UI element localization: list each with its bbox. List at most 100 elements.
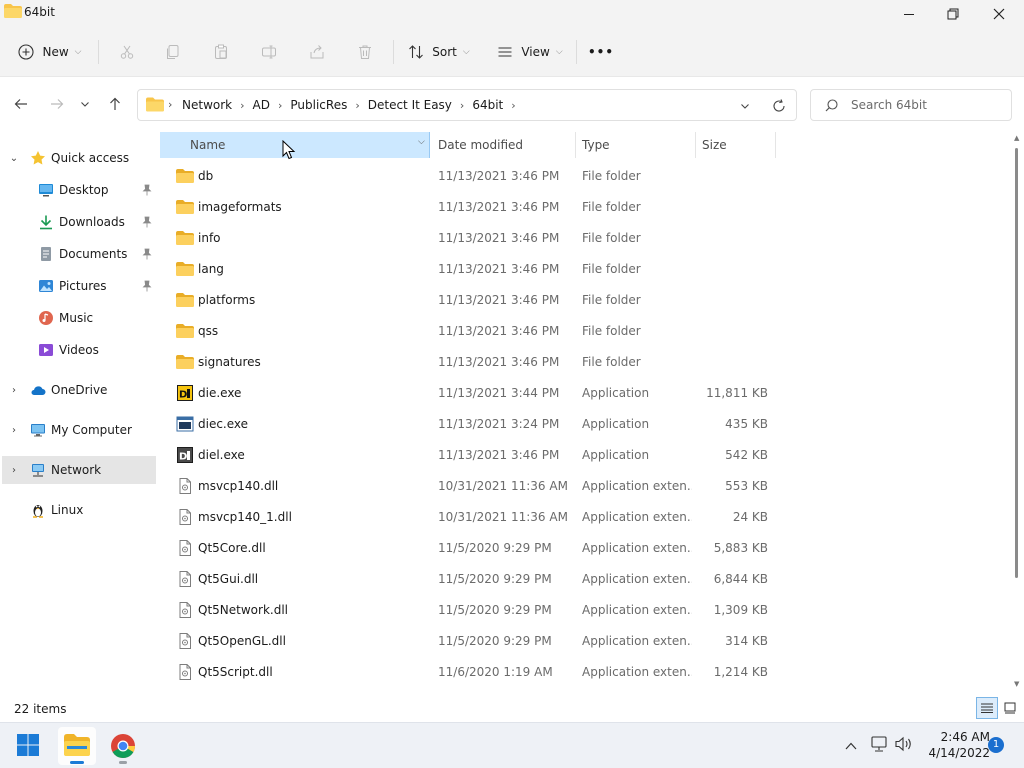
close-button[interactable] [976, 0, 1022, 28]
scroll-down-icon[interactable]: ▼ [1014, 680, 1019, 688]
chevron-right-icon[interactable]: › [355, 99, 359, 112]
chevron-right-icon[interactable]: › [278, 99, 282, 112]
column-header-size[interactable]: Size [696, 132, 774, 158]
more-options-button[interactable]: ••• [586, 36, 616, 68]
file-size: 542 KB [725, 448, 768, 462]
file-size: 553 KB [725, 479, 768, 493]
file-row[interactable]: msvcp140_1.dll 10/31/2021 11:36 AM Applica… [158, 502, 778, 533]
scroll-up-icon[interactable]: ▲ [1014, 134, 1019, 142]
sidebar-item-label: Documents [59, 247, 128, 261]
back-button[interactable] [8, 91, 34, 117]
notification-badge[interactable]: 1 [988, 737, 1004, 753]
sidebar-item-music[interactable]: Music [0, 302, 158, 334]
restore-button[interactable] [930, 0, 976, 28]
forward-button[interactable] [44, 91, 70, 117]
document-icon [41, 247, 51, 261]
copy-button[interactable] [158, 36, 188, 68]
file-row[interactable]: info 11/13/2021 3:46 PM File folder [158, 223, 778, 254]
sort-button[interactable]: Sort ⌵ [402, 36, 476, 68]
file-name: lang [198, 262, 224, 276]
sidebar-item-network[interactable]: › Network [2, 456, 156, 484]
sidebar-item-onedrive[interactable]: › OneDrive [0, 374, 158, 406]
scrollbar-thumb[interactable] [1015, 148, 1018, 578]
volume-button[interactable] [894, 735, 916, 755]
file-row[interactable]: lang 11/13/2021 3:46 PM File folder [158, 254, 778, 285]
vertical-scrollbar[interactable]: ▲ ▼ [1012, 132, 1022, 692]
details-view-button[interactable] [976, 697, 998, 719]
rename-button[interactable] [254, 36, 284, 68]
sidebar-item-videos[interactable]: Videos [0, 334, 158, 366]
cut-button[interactable] [112, 36, 142, 68]
view-button[interactable]: View ⌵ [490, 36, 570, 68]
file-type: Application [582, 448, 650, 462]
file-row[interactable]: Qt5Script.dll 11/6/2020 1:19 AM Applicatio… [158, 657, 778, 688]
taskbar-chrome[interactable] [104, 727, 142, 765]
column-header-type[interactable]: Type [576, 132, 694, 158]
sidebar-item-desktop[interactable]: Desktop [0, 174, 158, 206]
refresh-button[interactable] [770, 97, 788, 115]
chevron-right-icon: › [168, 98, 173, 111]
column-header-date[interactable]: Date modified [430, 132, 574, 158]
breadcrumb-item[interactable]: AD [253, 98, 270, 112]
file-row[interactable]: diec.exe 11/13/2021 3:24 PM Application 435… [158, 409, 778, 440]
file-row[interactable]: signatures 11/13/2021 3:46 PM File folder [158, 347, 778, 378]
file-row[interactable]: Ddie.exe 11/13/2021 3:44 PM Application 11,… [158, 378, 778, 409]
clock-time: 2:46 AM [940, 730, 990, 744]
file-row[interactable]: Ddiel.exe 11/13/2021 3:46 PM Application 54… [158, 440, 778, 471]
breadcrumb-item[interactable]: PublicRes [290, 98, 347, 112]
sidebar-item-quick-access[interactable]: ⌄ Quick access [0, 142, 158, 174]
share-button[interactable] [302, 36, 332, 68]
address-bar[interactable]: › Network › AD › PublicRes › Detect It Easy › 64… [137, 89, 797, 121]
sidebar-item-label: Linux [51, 503, 84, 517]
dll-file-icon [176, 509, 194, 525]
trash-icon [359, 45, 371, 59]
file-row[interactable]: Qt5OpenGL.dll 11/5/2020 9:29 PM Applicatio… [158, 626, 778, 657]
sidebar-item-documents[interactable]: Documents [0, 238, 158, 270]
sidebar-item-linux[interactable]: Linux [0, 494, 158, 526]
delete-button[interactable] [350, 36, 380, 68]
up-button[interactable] [102, 91, 128, 117]
show-hidden-icons-button[interactable] [842, 737, 860, 755]
svg-text:D: D [179, 452, 187, 463]
file-size: 314 KB [725, 634, 768, 648]
chevron-down-icon: ⌄ [9, 152, 19, 164]
file-row[interactable]: platforms 11/13/2021 3:46 PM File folder [158, 285, 778, 316]
file-row[interactable]: Qt5Gui.dll 11/5/2020 9:29 PM Application e… [158, 564, 778, 595]
file-date: 11/6/2020 1:19 AM [438, 665, 553, 679]
file-row[interactable]: msvcp140.dll 10/31/2021 11:36 AM Applicati… [158, 471, 778, 502]
chevron-right-icon[interactable]: › [240, 99, 244, 112]
clock[interactable]: 2:46 AM 4/14/2022 [920, 729, 990, 763]
taskbar-file-explorer[interactable] [58, 727, 96, 765]
file-row[interactable]: qss 11/13/2021 3:46 PM File folder [158, 316, 778, 347]
breadcrumb-item[interactable]: Detect It Easy [368, 98, 452, 112]
arrow-up-icon [110, 97, 120, 110]
chevron-right-icon: › [12, 424, 16, 436]
thumbnail-view-button[interactable] [1000, 697, 1020, 719]
file-row[interactable]: db 11/13/2021 3:46 PM File folder [158, 161, 778, 192]
address-history-button[interactable] [736, 98, 754, 114]
recent-locations-button[interactable] [74, 91, 96, 117]
minimize-button[interactable] [886, 0, 932, 28]
file-size: 1,214 KB [713, 665, 768, 679]
chevron-right-icon[interactable]: › [511, 99, 515, 112]
chevron-right-icon[interactable]: › [460, 99, 464, 112]
sidebar-item-my-computer[interactable]: › My Computer [0, 414, 158, 446]
file-size [688, 223, 768, 254]
file-row[interactable]: Qt5Network.dll 11/5/2020 9:29 PM Applicati… [158, 595, 778, 626]
file-row[interactable]: imageformats 11/13/2021 3:46 PM File folde… [158, 192, 778, 223]
network-status-button[interactable] [870, 735, 890, 755]
sidebar-item-downloads[interactable]: Downloads [0, 206, 158, 238]
breadcrumb-item[interactable]: Network [182, 98, 232, 112]
desktop-icon [39, 184, 53, 197]
new-label: New [42, 45, 69, 59]
file-type: File folder [582, 293, 641, 307]
breadcrumb-item[interactable]: 64bit [472, 98, 503, 112]
sidebar-item-pictures[interactable]: Pictures [0, 270, 158, 302]
start-button[interactable] [16, 733, 42, 759]
search-box[interactable]: Search 64bit [810, 89, 1012, 121]
column-divider[interactable] [775, 132, 776, 158]
paste-button[interactable] [206, 36, 236, 68]
file-name: info [198, 231, 221, 245]
file-row[interactable]: Qt5Core.dll 11/5/2020 9:29 PM Application … [158, 533, 778, 564]
new-button[interactable]: New ⌵ [14, 36, 86, 68]
